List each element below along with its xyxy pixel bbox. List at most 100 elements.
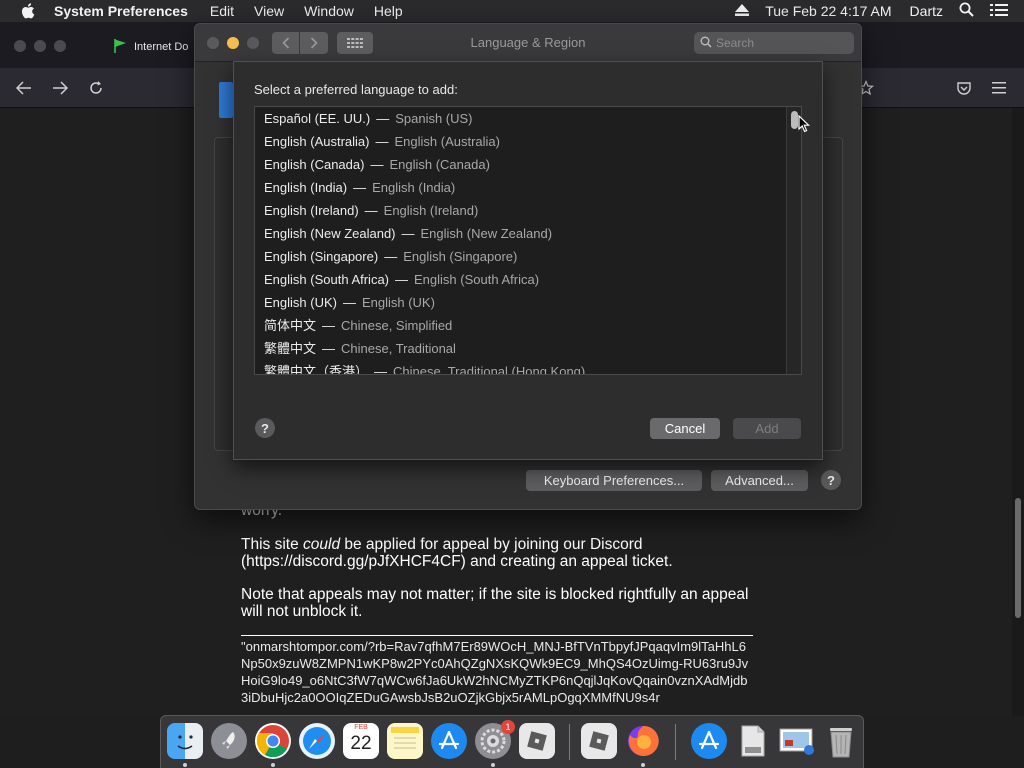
sheet-help-button[interactable]: ? — [255, 418, 275, 438]
language-separator: — — [375, 134, 389, 149]
language-english-name: English (South Africa) — [414, 272, 540, 287]
app-store-icon[interactable] — [431, 723, 467, 759]
menu-edit[interactable]: Edit — [210, 3, 234, 19]
help-question-mark: ? — [827, 472, 835, 488]
menubar-user[interactable]: Dartz — [910, 3, 943, 19]
search-input[interactable] — [716, 36, 846, 50]
language-list[interactable]: Español (EE. UU.) — Spanish (US) English (A… — [254, 106, 802, 375]
menu-window[interactable]: Window — [304, 3, 354, 19]
menu-app-name[interactable]: System Preferences — [54, 3, 188, 19]
launchpad-icon[interactable] — [211, 723, 247, 759]
page-scrollbar[interactable] — [1012, 108, 1024, 716]
language-english-name: English (UK) — [361, 295, 435, 310]
trash-icon[interactable] — [823, 723, 859, 759]
mouse-pointer-icon — [798, 114, 811, 133]
system-preferences-icon[interactable]: 1 — [475, 720, 515, 759]
language-list-item[interactable]: 繁體中文（香港） — Chinese, Traditional (Hong Kong… — [255, 360, 801, 375]
notes-icon[interactable] — [387, 723, 423, 759]
spotlight-search-icon[interactable] — [959, 2, 974, 20]
screenshot-preview-icon[interactable] — [779, 723, 815, 759]
window-titlebar: Language & Region — [195, 24, 861, 62]
back-arrow-icon[interactable] — [14, 78, 34, 98]
browser-close-dot[interactable] — [14, 40, 26, 52]
language-list-item[interactable]: 简体中文 — Chinese, Simplified — [255, 314, 801, 337]
roblox-icon[interactable] — [519, 723, 555, 759]
page-paragraph-appeal: This site could be applied for appeal by… — [241, 536, 673, 570]
browser-maximize-dot[interactable] — [54, 40, 66, 52]
app-store-folder-icon[interactable] — [691, 723, 727, 759]
add-button[interactable]: Add — [733, 418, 801, 439]
keyboard-preferences-button[interactable]: Keyboard Preferences... — [526, 470, 702, 491]
language-list-item[interactable]: English (South Africa) — English (South Af… — [255, 268, 801, 291]
language-list-item[interactable]: English (India) — English (India) — [255, 176, 801, 199]
dock-separator — [675, 724, 676, 760]
window-nav-buttons — [272, 32, 328, 54]
language-english-name: Spanish (US) — [395, 111, 473, 126]
forward-arrow-icon[interactable] — [50, 78, 70, 98]
language-english-name: English (Singapore) — [403, 249, 518, 264]
document-icon[interactable] — [735, 723, 771, 759]
language-list-item[interactable]: English (Australia) — English (Australia) — [255, 130, 801, 153]
menu-view[interactable]: View — [254, 3, 284, 19]
language-separator: — — [322, 341, 336, 356]
language-list-item[interactable]: Español (EE. UU.) — Spanish (US) — [255, 107, 801, 130]
language-native-name: English (Singapore) — [264, 249, 379, 264]
reload-icon[interactable] — [86, 78, 106, 98]
forward-button[interactable] — [300, 32, 328, 54]
region-flag-icon — [219, 82, 233, 118]
chrome-running-dot — [271, 763, 275, 767]
hamburger-menu-icon[interactable] — [990, 78, 1010, 98]
language-native-name: English (UK) — [264, 295, 337, 310]
language-native-name: 简体中文 — [264, 318, 317, 333]
window-zoom-button[interactable] — [247, 37, 259, 49]
eject-icon[interactable] — [735, 3, 750, 19]
language-list-item[interactable]: English (Canada) — English (Canada) — [255, 153, 801, 176]
calendar-icon[interactable]: FEB 22 — [343, 723, 379, 759]
back-button[interactable] — [272, 32, 300, 54]
system-preferences-running-dot — [491, 763, 495, 767]
dock-separator — [569, 724, 570, 760]
cancel-button[interactable]: Cancel — [650, 418, 720, 439]
help-question-mark: ? — [261, 420, 269, 436]
pocket-icon[interactable] — [954, 78, 974, 98]
search-field[interactable] — [694, 32, 854, 54]
language-list-item[interactable]: 繁體中文 — Chinese, Traditional — [255, 337, 801, 360]
roblox-studio-icon[interactable] — [581, 723, 617, 759]
menu-bar: System Preferences Edit View Window Help… — [0, 0, 1024, 22]
language-native-name: English (New Zealand) — [264, 226, 396, 241]
language-native-name: English (South Africa) — [264, 272, 390, 287]
language-separator: — — [374, 364, 388, 375]
language-separator: — — [376, 111, 390, 126]
language-english-name: Chinese, Simplified — [341, 318, 453, 333]
language-native-name: English (Ireland) — [264, 203, 359, 218]
menubar-clock[interactable]: Tue Feb 22 4:17 AM — [765, 3, 891, 19]
window-help-button[interactable]: ? — [821, 470, 841, 490]
show-all-grid-button[interactable] — [337, 32, 373, 54]
control-center-icon[interactable] — [990, 3, 1008, 20]
browser-minimize-dot[interactable] — [34, 40, 46, 52]
language-list-item[interactable]: English (New Zealand) — English (New Zeala… — [255, 222, 801, 245]
finder-icon[interactable] — [167, 723, 203, 759]
safari-icon[interactable] — [299, 723, 335, 759]
language-separator: — — [401, 226, 415, 241]
flag-icon — [112, 38, 128, 57]
apple-menu-icon[interactable] — [20, 3, 36, 19]
language-native-name: English (Canada) — [264, 157, 365, 172]
advanced-button[interactable]: Advanced... — [711, 470, 808, 491]
window-minimize-button[interactable] — [227, 37, 239, 49]
language-list-item[interactable]: English (Ireland) — English (Ireland) — [255, 199, 801, 222]
chrome-icon[interactable] — [255, 723, 291, 759]
language-english-name: English (Ireland) — [383, 203, 479, 218]
language-list-scrollbar[interactable] — [786, 107, 801, 374]
page-scrollbar-thumb[interactable] — [1015, 498, 1021, 618]
window-close-button[interactable] — [207, 37, 219, 49]
language-native-name: English (India) — [264, 180, 348, 195]
language-native-name: 繁體中文（香港） — [264, 364, 369, 375]
firefox-icon[interactable] — [625, 723, 661, 759]
menu-help[interactable]: Help — [374, 3, 403, 19]
language-list-item[interactable]: English (Singapore) — English (Singapore) — [255, 245, 801, 268]
language-list-scrollbar-thumb[interactable] — [791, 111, 798, 129]
language-list-item[interactable]: English (UK) — English (UK) — [255, 291, 801, 314]
language-separator: — — [364, 203, 378, 218]
search-icon — [700, 36, 712, 51]
